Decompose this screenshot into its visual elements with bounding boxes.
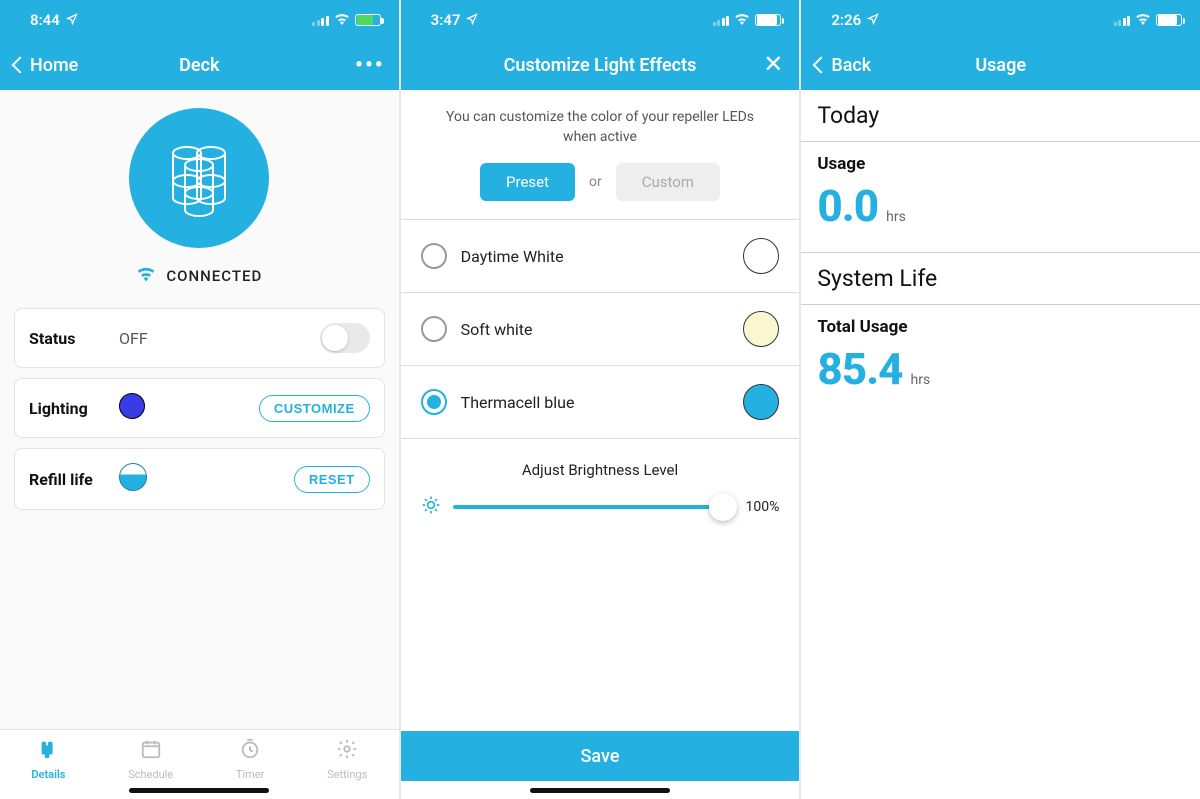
screen-usage: 2:26 Back Usage Today Usage 0.0 (801, 0, 1200, 799)
wifi-icon (136, 266, 156, 286)
total-usage-label: Total Usage (817, 317, 1184, 337)
brightness-value: 100% (735, 499, 779, 515)
refill-label: Refill life (29, 470, 109, 489)
nav-bar: Back Usage (801, 40, 1200, 90)
slider-knob[interactable] (709, 493, 737, 521)
status-time: 2:26 (831, 11, 861, 29)
lighting-color-icon (119, 393, 145, 419)
radio-icon (421, 316, 447, 342)
connection-label: CONNECTED (166, 267, 262, 285)
color-swatch (743, 238, 779, 274)
chevron-left-icon (14, 55, 28, 76)
status-bar: 8:44 (0, 0, 399, 40)
status-label: Status (29, 329, 109, 348)
tab-timer[interactable]: Timer (236, 738, 264, 781)
tab-label: Timer (236, 768, 264, 781)
chevron-left-icon (815, 55, 829, 76)
nav-bar: Home Deck ••• (0, 40, 399, 90)
battery-icon (1156, 14, 1182, 26)
home-indicator[interactable] (129, 788, 269, 793)
save-button[interactable]: Save (401, 731, 800, 781)
calendar-icon (140, 738, 162, 765)
battery-icon (755, 14, 781, 26)
usage-value: 0.0 (817, 180, 878, 232)
tab-settings[interactable]: Settings (327, 738, 367, 781)
page-title: Customize Light Effects (445, 55, 756, 76)
reset-button[interactable]: RESET (294, 466, 370, 493)
page-title: Usage (895, 55, 1106, 76)
status-bar: 3:47 (401, 0, 800, 40)
battery-icon (355, 14, 381, 26)
color-option-soft-white[interactable]: Soft white (401, 293, 800, 366)
helper-text: You can customize the color of your repe… (401, 90, 800, 163)
color-label: Thermacell blue (461, 393, 730, 412)
status-card: Status OFF (14, 308, 385, 368)
status-toggle[interactable] (320, 323, 370, 353)
location-icon (867, 11, 879, 29)
usage-unit: hrs (886, 209, 906, 225)
preset-custom-segment: Preset or Custom (401, 163, 800, 220)
status-time: 3:47 (431, 11, 461, 29)
tab-label: Settings (327, 768, 367, 781)
total-usage-block: Total Usage 85.4 hrs (801, 305, 1200, 415)
brightness-title: Adjust Brightness Level (421, 461, 780, 479)
total-usage-value: 85.4 (817, 343, 902, 395)
status-bar: 2:26 (801, 0, 1200, 40)
lighting-label: Lighting (29, 399, 109, 418)
usage-today-block: Usage 0.0 hrs (801, 142, 1200, 253)
brightness-section: Adjust Brightness Level 100% (401, 439, 800, 529)
status-time: 8:44 (30, 11, 60, 29)
today-header: Today (801, 90, 1200, 142)
nav-bar: Customize Light Effects ✕ (401, 40, 800, 90)
gear-icon (336, 738, 358, 765)
or-label: or (589, 174, 602, 190)
color-swatch (743, 311, 779, 347)
wifi-status-icon (734, 11, 750, 29)
wifi-status-icon (1135, 11, 1151, 29)
cellular-icon (1114, 14, 1131, 26)
radio-icon (421, 389, 447, 415)
cellular-icon (713, 14, 730, 26)
customize-button[interactable]: CUSTOMIZE (259, 395, 370, 422)
more-button[interactable]: ••• (305, 53, 385, 78)
location-icon (466, 11, 478, 29)
color-option-thermacell-blue[interactable]: Thermacell blue (401, 366, 800, 439)
refill-card: Refill life RESET (14, 448, 385, 510)
screen-deck: 8:44 Home Deck ••• (0, 0, 401, 799)
refill-level-icon (119, 463, 147, 491)
brightness-slider[interactable] (453, 505, 724, 509)
color-label: Soft white (461, 320, 730, 339)
back-label: Home (30, 55, 78, 76)
back-button[interactable]: Back (815, 55, 895, 76)
location-icon (66, 11, 78, 29)
radio-icon (421, 243, 447, 269)
back-button[interactable]: Home (14, 55, 94, 76)
page-title: Deck (94, 55, 305, 76)
connection-status: CONNECTED (136, 266, 262, 286)
system-life-header: System Life (801, 253, 1200, 305)
color-swatch (743, 384, 779, 420)
usage-label: Usage (817, 154, 1184, 174)
cellular-icon (312, 14, 329, 26)
device-image (129, 108, 269, 248)
wifi-status-icon (334, 11, 350, 29)
tab-label: Schedule (128, 768, 173, 781)
screen-effects: 3:47 Customize Light Effects ✕ You can c… (401, 0, 802, 799)
back-label: Back (831, 55, 871, 76)
home-indicator[interactable] (530, 788, 670, 793)
details-icon (37, 738, 59, 765)
tab-label: Details (31, 768, 65, 781)
tab-details[interactable]: Details (31, 738, 65, 781)
status-value: OFF (109, 329, 320, 348)
lighting-card: Lighting CUSTOMIZE (14, 378, 385, 438)
timer-icon (239, 738, 261, 765)
preset-button[interactable]: Preset (480, 163, 575, 201)
color-label: Daytime White (461, 247, 730, 266)
tab-schedule[interactable]: Schedule (128, 738, 173, 781)
close-button[interactable]: ✕ (763, 50, 785, 78)
total-usage-unit: hrs (911, 372, 931, 388)
custom-button[interactable]: Custom (616, 163, 720, 201)
brightness-icon (421, 495, 441, 519)
color-option-daytime-white[interactable]: Daytime White (401, 220, 800, 293)
